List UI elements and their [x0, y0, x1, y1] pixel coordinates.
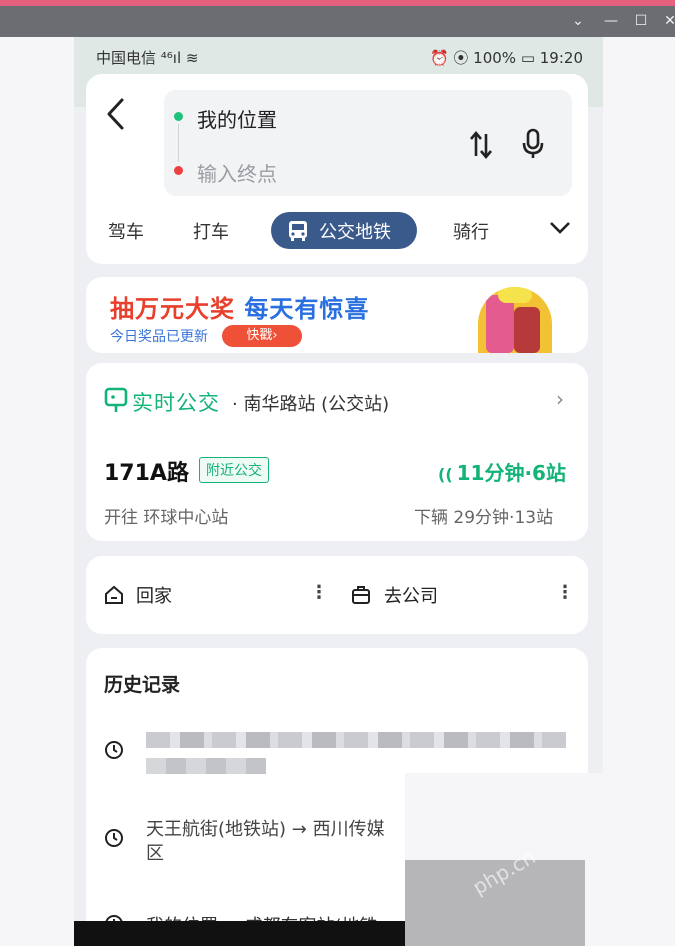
bus-stop-name: · 南华路站 (公交站): [232, 394, 390, 415]
home-more-icon[interactable]: ⋮: [310, 582, 328, 603]
clock-icon: [105, 741, 123, 759]
route-input-box: 我的位置 输入终点: [164, 90, 572, 196]
promo-banner[interactable]: 抽万元大奖 每天有惊喜 今日奖品已更新 快戳›: [86, 277, 588, 353]
next-bus: 下辆 29分钟·13站: [414, 508, 554, 528]
tab-drive[interactable]: 驾车: [108, 218, 144, 244]
status-right: ⏰ ⦿ 100% ▭ 19:20: [429, 49, 583, 67]
banner-title-blue: 每天有惊喜: [244, 295, 370, 323]
tab-transit-label: 公交地铁: [319, 222, 391, 243]
eta-value: 11分钟·6站: [456, 461, 566, 485]
shortcut-places-card: 回家 ⋮ 去公司 ⋮: [86, 556, 588, 634]
maximize-icon[interactable]: ☐: [626, 6, 656, 37]
start-dot-icon: [174, 112, 183, 121]
tab-bike[interactable]: 骑行: [453, 218, 489, 244]
tab-transit[interactable]: 公交地铁: [271, 212, 417, 249]
chevron-down-icon[interactable]: [548, 220, 572, 236]
banner-title-red: 抽万元大奖: [110, 295, 245, 323]
banner-title: 抽万元大奖 每天有惊喜: [110, 289, 369, 324]
route-search-card: 我的位置 输入终点 驾车 打车 公交地铁 骑行: [86, 74, 588, 264]
collapse-icon[interactable]: ⌄: [563, 6, 593, 37]
briefcase-icon: [352, 586, 370, 604]
microphone-icon[interactable]: [520, 128, 546, 160]
bus-direction: 开往 环球中心站: [104, 508, 229, 528]
tab-taxi[interactable]: 打车: [193, 218, 229, 244]
home-icon: [105, 585, 123, 604]
history-title: 历史记录: [104, 674, 181, 696]
bus-icon: [289, 221, 307, 241]
left-margin: [0, 37, 74, 946]
end-input[interactable]: 输入终点: [197, 158, 277, 187]
back-icon[interactable]: [104, 96, 134, 136]
overlay-panel: [405, 773, 675, 860]
close-icon[interactable]: ✕: [655, 6, 675, 37]
signal-icon: ((: [438, 465, 453, 484]
realtime-bus-card[interactable]: 实时公交 · 南华路站 (公交站) › 171A路 附近公交 ((11分钟·6站…: [86, 363, 588, 541]
minimize-icon[interactable]: —: [596, 6, 626, 37]
nearby-badge: 附近公交: [199, 457, 269, 483]
banner-subtitle: 今日奖品已更新: [110, 329, 208, 345]
gift-illustration: [478, 287, 552, 353]
home-shortcut[interactable]: 回家: [136, 582, 172, 608]
company-more-icon[interactable]: ⋮: [556, 582, 574, 603]
travel-mode-tabs: 驾车 打车 公交地铁 骑行: [86, 212, 588, 252]
system-navigation-bar: [74, 921, 405, 946]
route-number: 171A路: [104, 461, 189, 486]
history-item-redacted-2: [146, 758, 266, 774]
chevron-right-icon[interactable]: ›: [556, 387, 564, 411]
start-input[interactable]: 我的位置: [197, 104, 277, 133]
realtime-bus-icon: [104, 387, 128, 412]
carrier-text: 中国电信 ⁴⁶ıl ≋: [96, 49, 199, 67]
company-shortcut[interactable]: 去公司: [384, 582, 438, 608]
eta-text: ((11分钟·6站: [438, 457, 566, 486]
history-item-redacted[interactable]: [146, 732, 566, 748]
clock-icon: [105, 829, 123, 847]
status-bar: 中国电信 ⁴⁶ıl ≋ ⏰ ⦿ 100% ▭ 19:20: [74, 37, 603, 75]
banner-button[interactable]: 快戳›: [222, 325, 302, 347]
route-connector: [178, 124, 179, 162]
overlay-panel: [585, 860, 675, 946]
end-dot-icon: [174, 166, 183, 175]
swap-icon[interactable]: [468, 130, 494, 160]
realtime-bus-label: 实时公交: [132, 391, 220, 415]
